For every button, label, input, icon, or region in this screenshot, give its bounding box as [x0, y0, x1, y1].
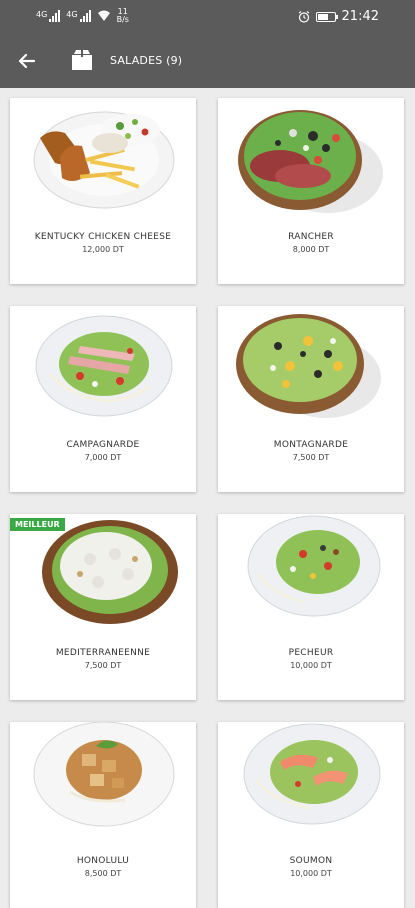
best-badge: MEILLEUR [10, 518, 65, 531]
product-card[interactable]: CAMPAGNARDE 7,000 DT [10, 306, 196, 492]
product-name: PECHEUR [288, 648, 334, 658]
app-bar: SALADES (9) [0, 34, 415, 88]
salad-plate-image [247, 515, 381, 617]
product-card[interactable]: MONTAGNARDE 7,500 DT [218, 306, 404, 492]
product-card[interactable]: RANCHER 8,000 DT [218, 98, 404, 284]
product-card[interactable]: KENTUCKY CHICKEN CHEESE 12,000 DT [10, 98, 196, 284]
salad-plate-image [35, 315, 173, 417]
status-left: 4G 4G 11 B/s [36, 8, 129, 24]
salad-plate-image [33, 722, 175, 827]
product-price: 10,000 DT [290, 869, 332, 878]
product-price: 12,000 DT [82, 245, 124, 254]
product-name: HONOLULU [76, 856, 130, 866]
salad-bowl-image [238, 110, 383, 213]
product-name: RANCHER [288, 232, 334, 242]
signal-icon: 4G [66, 10, 91, 22]
back-arrow-icon[interactable] [14, 48, 40, 74]
product-price: 7,000 DT [84, 453, 122, 462]
product-price: 8,500 DT [84, 869, 122, 878]
signal-icon: 4G [36, 10, 61, 22]
wifi-icon [97, 10, 110, 21]
product-name: MEDITERRANEENNE [55, 648, 151, 658]
product-name: SOUMON [289, 856, 333, 866]
salad-plate-image [33, 111, 175, 209]
salad-bowl-image [42, 520, 178, 624]
product-price: 8,000 DT [292, 245, 330, 254]
box-icon [72, 50, 92, 70]
product-card[interactable]: SOUMON 10,000 DT [218, 722, 404, 908]
status-right: 21:42 [298, 9, 379, 24]
product-card[interactable]: PECHEUR 10,000 DT [218, 514, 404, 700]
status-bar: 4G 4G 11 B/s 21:42 [0, 0, 415, 34]
network-speed: 11 B/s [117, 8, 129, 24]
signal-label: 4G [66, 10, 78, 19]
signal-label: 4G [36, 10, 48, 19]
product-price: 7,500 DT [84, 661, 122, 670]
product-card[interactable]: MEILLEUR MEDITERRANEENNE 7,500 DT [10, 514, 196, 700]
clock: 21:42 [341, 9, 379, 24]
product-name: KENTUCKY CHICKEN CHEESE [34, 232, 172, 242]
alarm-icon [298, 10, 309, 23]
product-price: 7,500 DT [292, 453, 330, 462]
product-price: 10,000 DT [290, 661, 332, 670]
network-speed-unit: B/s [116, 15, 129, 24]
salad-bowl-image [236, 314, 381, 418]
salad-plate-image [243, 723, 381, 825]
product-name: CAMPAGNARDE [66, 440, 140, 450]
product-card[interactable]: HONOLULU 8,500 DT [10, 722, 196, 908]
product-name: MONTAGNARDE [273, 440, 349, 450]
battery-icon [315, 11, 338, 22]
page-title: SALADES (9) [110, 54, 183, 67]
